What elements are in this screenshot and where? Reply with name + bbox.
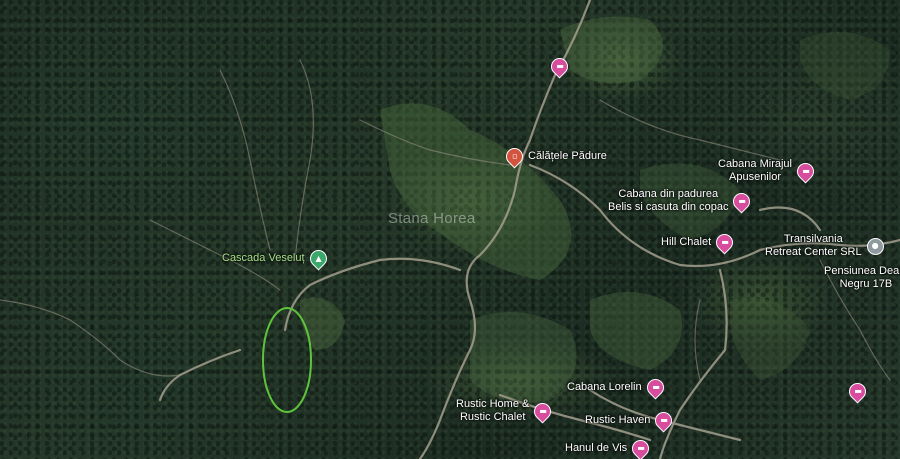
bed-icon: ▬ — [628, 436, 653, 459]
track — [219, 69, 271, 251]
poi-transilvania-retreat[interactable]: Transilvania Retreat Center SRL ● — [765, 233, 884, 259]
map-overlay — [0, 0, 900, 459]
poi-label: Transilvania Retreat Center SRL — [765, 233, 862, 258]
bed-icon: ▬ — [729, 188, 754, 214]
meadow — [560, 16, 663, 84]
poi-label: Cascada Veseluț — [222, 252, 305, 264]
poi-pensiunea-dealu-negru[interactable]: Pensiunea Dealu Negru 17B — [824, 265, 900, 291]
bed-icon: ▬ — [845, 379, 870, 404]
bed-icon: ▬ — [651, 408, 676, 433]
bed-icon: ▬ — [643, 375, 668, 400]
poi-rustic-haven[interactable]: Rustic Haven ▬ — [585, 408, 676, 433]
meadow — [800, 32, 890, 100]
poi-label: Cabana Mirajul Apusenilor — [718, 158, 792, 183]
poi-label: Cabana din padurea Belis si casuta din co… — [608, 188, 729, 213]
poi-rustic-home[interactable]: Rustic Home & Rustic Chalet ▬ — [456, 398, 555, 424]
poi-label: Călățele Pădure — [528, 150, 607, 162]
poi-label: Hanul de Vis — [565, 442, 628, 454]
poi-label: Rustic Haven — [585, 414, 651, 426]
road — [658, 268, 728, 459]
tree-icon: ▲ — [306, 246, 331, 271]
poi-cascada-veselut[interactable]: Cascada Veseluț ▲ — [222, 246, 331, 271]
poi-cabana-din-padurea[interactable]: Cabana din padurea Belis si casuta din co… — [608, 188, 754, 214]
poi-hill-chalet[interactable]: Hill Chalet ▬ — [661, 230, 737, 255]
meadow — [380, 103, 572, 280]
track — [599, 99, 781, 161]
road — [758, 206, 822, 232]
meadow — [590, 292, 682, 370]
poi-label: Hill Chalet — [661, 236, 712, 248]
poi-label: Rustic Home & Rustic Chalet — [456, 398, 530, 423]
road — [158, 348, 242, 402]
meadow — [470, 312, 577, 403]
poi-calatele-padure[interactable]: ▫ Călățele Pădure — [502, 144, 607, 169]
poi-lodging-east[interactable]: ▬ — [845, 379, 870, 404]
bed-icon: ▬ — [530, 398, 555, 424]
area-label: Stana Horea — [388, 210, 476, 227]
track — [294, 59, 314, 261]
poi-lodging-north[interactable]: ▬ — [547, 54, 572, 79]
bed-icon: ▬ — [547, 54, 572, 79]
business-icon: ● — [866, 237, 884, 255]
poi-label: Pensiunea Dealu Negru 17B — [824, 265, 900, 290]
satellite-map[interactable]: Stana Horea ▫ Călățele Pădure Cascada Ve… — [0, 0, 900, 459]
bed-icon: ▬ — [712, 230, 737, 255]
poi-cabana-mirajul-apusenilor[interactable]: Cabana Mirajul Apusenilor ▬ — [718, 158, 818, 184]
bed-icon: ▬ — [793, 158, 818, 184]
shopping-bag-icon: ▫ — [502, 144, 527, 169]
poi-cabana-lorelin[interactable]: Cabana Lorelin ▬ — [567, 375, 668, 400]
track — [0, 299, 181, 377]
meadow — [730, 298, 810, 380]
track — [694, 299, 701, 381]
poi-hanul-de-vis[interactable]: Hanul de Vis ▬ — [565, 436, 653, 459]
meadow — [300, 297, 345, 350]
poi-label: Cabana Lorelin — [567, 381, 642, 393]
